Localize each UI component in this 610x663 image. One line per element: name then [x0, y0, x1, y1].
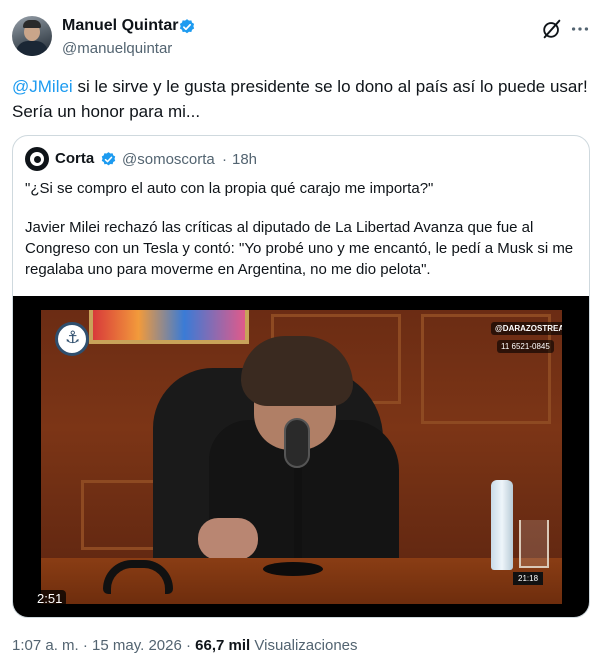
video-player[interactable]: @DARAZOSTREAM 11 6521-0845 21:18 2:51: [13, 296, 589, 617]
separator-dot: ·: [222, 151, 227, 168]
avatar-hair: [23, 20, 41, 28]
quote-author-name[interactable]: Corta: [55, 150, 94, 167]
more-dots-icon[interactable]: [569, 18, 591, 40]
quote-timestamp[interactable]: 18h: [232, 151, 257, 168]
quote-author-handle[interactable]: @somoscorta: [122, 151, 215, 168]
meta-separator: ·: [78, 637, 93, 654]
tweet-text: @JMilei si le sirve y le gusta president…: [12, 74, 592, 124]
views-count[interactable]: 66,7 mil: [195, 637, 250, 654]
tweet-card: Manuel Quintar @manuelquintar @JMilei si…: [0, 0, 610, 663]
quote-body: Javier Milei rechazó las críticas al dip…: [25, 219, 574, 278]
water-bottle: [491, 480, 513, 570]
channel-logo-icon: [55, 322, 89, 356]
tweet-meta: 1:07 a. m. · 15 may. 2026 · 66,7 mil Vis…: [12, 637, 358, 654]
tweet-body: si le sirve y le gusta presidente se lo …: [12, 77, 588, 121]
tweet-time[interactable]: 1:07 a. m.: [12, 637, 79, 654]
author-handle[interactable]: @manuelquintar: [62, 40, 172, 57]
quoted-tweet[interactable]: Corta @somoscorta · 18h "¿Si se compro e…: [12, 135, 590, 618]
wall-painting: [89, 310, 249, 344]
views-label: Visualizaciones: [250, 637, 358, 654]
video-clock: 21:18: [513, 572, 544, 585]
mention-link[interactable]: @JMilei: [12, 77, 73, 96]
watermark-phone: 11 6521-0845: [497, 340, 554, 353]
avatar-suit: [16, 41, 48, 56]
video-thumbnail: @DARAZOSTREAM 11 6521-0845 21:18: [41, 310, 562, 604]
video-duration: 2:51: [33, 590, 67, 607]
author-name[interactable]: Manuel Quintar: [62, 17, 178, 35]
mic-base: [263, 562, 323, 576]
speaker-hand: [198, 518, 258, 560]
watermark-channel: @DARAZOSTREAM: [491, 322, 562, 335]
quote-headline: "¿Si se compro el auto con la propia qué…: [25, 180, 434, 197]
tweet-date[interactable]: 15 may. 2026: [92, 637, 182, 654]
author-avatar[interactable]: [12, 16, 52, 56]
meta-separator: ·: [181, 637, 196, 654]
verified-badge-icon: [101, 152, 116, 166]
microphone-icon: [284, 418, 310, 468]
grok-icon[interactable]: [541, 18, 563, 40]
corta-logo-icon[interactable]: [25, 147, 49, 171]
wood-panel: [81, 480, 161, 550]
water-glass: [519, 520, 549, 568]
verified-badge-icon: [179, 19, 195, 34]
